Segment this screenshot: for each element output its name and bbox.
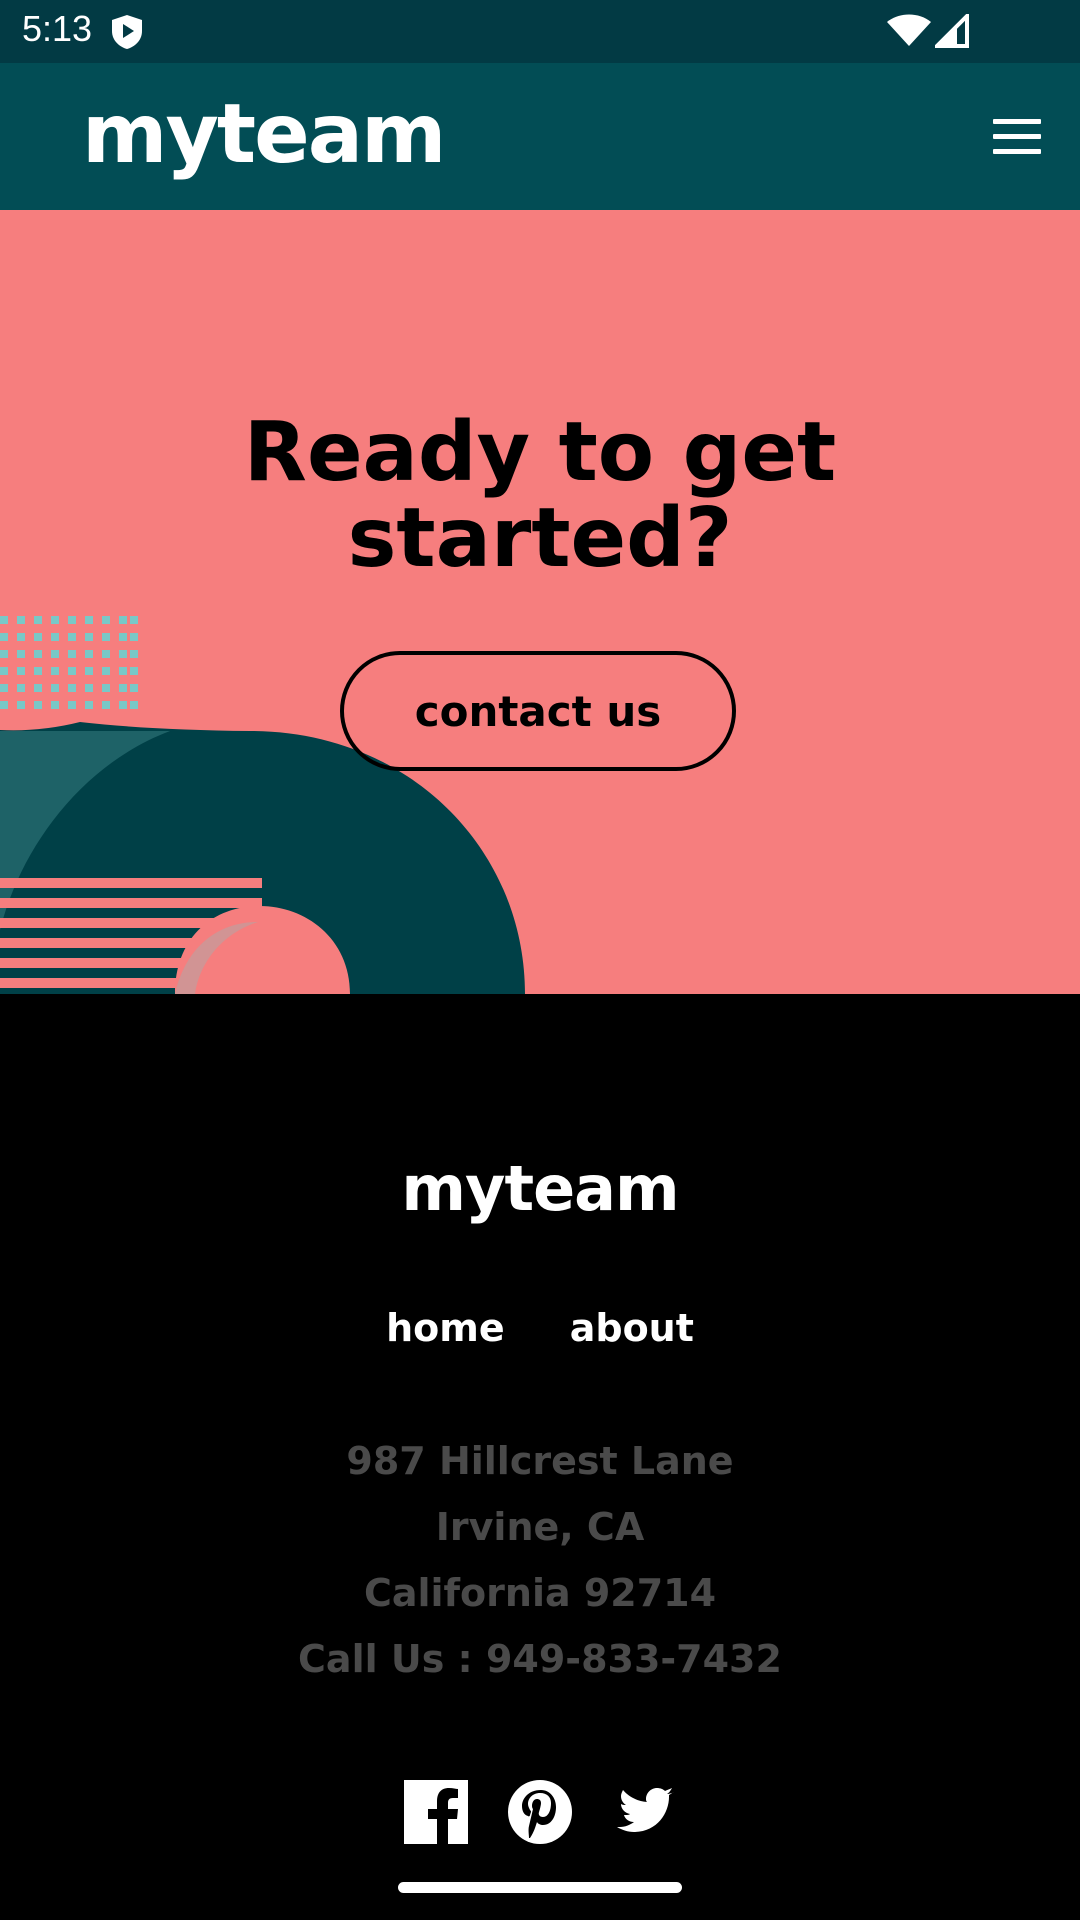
home-indicator[interactable] — [398, 1882, 682, 1893]
signal-icon — [935, 14, 969, 48]
address-street: 987 Hillcrest Lane — [346, 1439, 734, 1483]
pinterest-icon[interactable] — [508, 1780, 572, 1844]
decorative-shapes — [0, 616, 525, 994]
app-header: myteam — [0, 63, 1080, 210]
footer: myteam home about 987 Hillcrest Lane Irv… — [0, 994, 1080, 1920]
footer-nav-home-link[interactable]: home — [386, 1306, 505, 1350]
address-phone: Call Us : 949-833-7432 — [298, 1637, 782, 1681]
cta-heading-line1: Ready to get — [243, 405, 837, 500]
footer-nav: home about — [0, 1306, 1080, 1350]
shield-play-icon — [112, 15, 142, 49]
address-city: Irvine, CA — [435, 1505, 645, 1549]
footer-logo[interactable]: myteam — [0, 1152, 1080, 1225]
wifi-icon — [887, 14, 931, 46]
cta-heading: Ready to get started? — [0, 410, 1080, 582]
footer-address: 987 Hillcrest Lane Irvine, CA California… — [0, 1428, 1080, 1692]
address-state-zip: California 92714 — [363, 1571, 717, 1615]
hamburger-menu-icon[interactable] — [993, 119, 1041, 155]
status-time: 5:13 — [22, 8, 93, 49]
cta-heading-line2: started? — [347, 491, 733, 586]
header-logo[interactable]: myteam — [82, 87, 446, 182]
twitter-icon[interactable] — [612, 1780, 676, 1844]
cta-section: Ready to get started? contact us — [0, 210, 1080, 994]
social-links — [0, 1780, 1080, 1850]
footer-nav-about-link[interactable]: about — [570, 1306, 694, 1350]
status-bar: 5:13 — [0, 0, 1080, 63]
facebook-icon[interactable] — [404, 1780, 468, 1844]
contact-us-button[interactable]: contact us — [340, 651, 736, 771]
